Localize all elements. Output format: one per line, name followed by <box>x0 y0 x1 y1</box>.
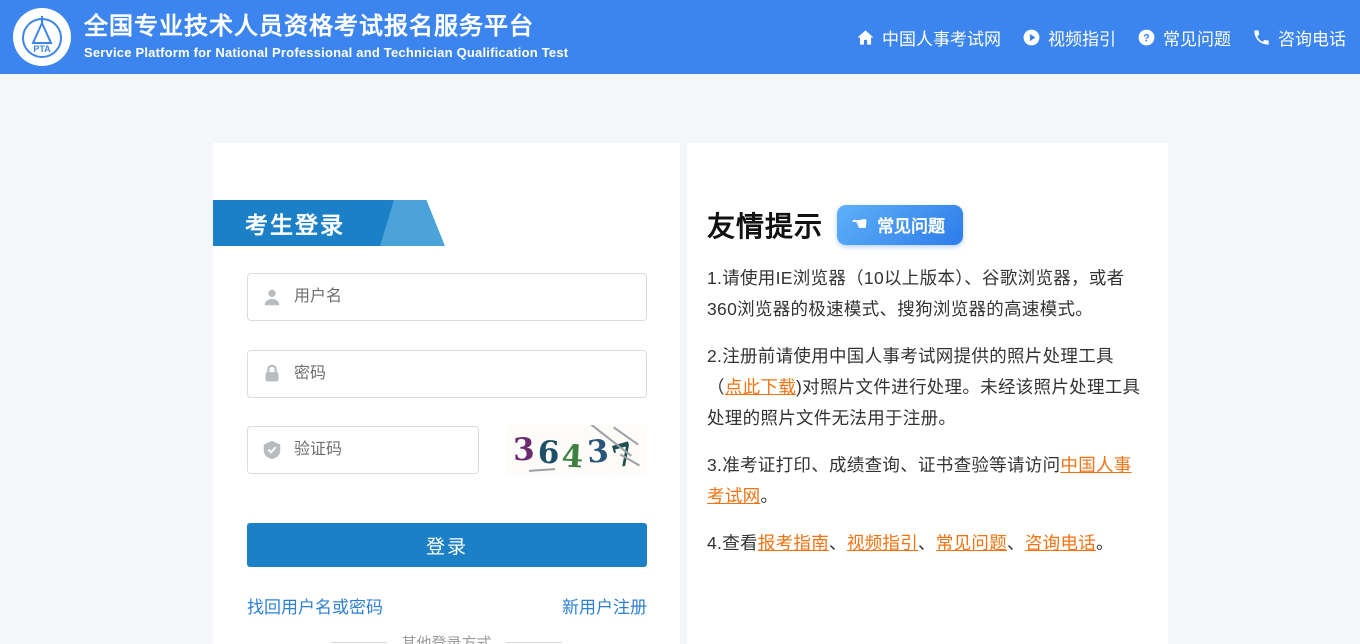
tip-link[interactable]: 常见问题 <box>936 533 1007 553</box>
app-header: PTA 全国专业技术人员资格考试报名服务平台 Service Platform … <box>0 0 1360 74</box>
user-icon <box>261 286 283 308</box>
password-input[interactable] <box>247 350 647 398</box>
login-panel-title: 考生登录 <box>245 200 345 246</box>
tip-text: 、 <box>829 533 847 553</box>
shield-check-icon <box>261 439 283 461</box>
tip-link[interactable]: 点此下载 <box>725 377 796 397</box>
other-login-label: 其他登录方式 <box>401 632 491 644</box>
tip-text: 。 <box>1096 533 1114 553</box>
divider-line <box>331 642 387 643</box>
pointing-hand-icon: ☚ <box>851 215 868 234</box>
nav-china-personnel-exam-site[interactable]: 中国人事考试网 <box>856 25 1001 50</box>
other-login-methods: 其他登录方式 <box>213 632 680 644</box>
svg-text:PTA: PTA <box>33 44 51 54</box>
header-nav: 中国人事考试网 视频指引 ? 常见问题 咨询电话 <box>856 0 1346 74</box>
site-subtitle: Service Platform for National Profession… <box>84 45 568 60</box>
play-circle-icon <box>1022 28 1041 47</box>
tip-link[interactable]: 视频指引 <box>847 533 918 553</box>
tips-panel: 友情提示 ☚ 常见问题 1.请使用IE浏览器（10以上版本）、谷歌浏览器，或者3… <box>687 143 1168 644</box>
tip-item: 3.准考证打印、成绩查询、证书查验等请访问中国人事考试网。 <box>707 450 1149 512</box>
tip-item: 2.注册前请使用中国人事考试网提供的照片处理工具 （点此下载)对照片文件进行处理… <box>707 341 1149 434</box>
pta-logo-emblem: PTA <box>18 13 66 61</box>
captcha-image[interactable]: 36437 <box>507 425 647 475</box>
tip-text: 3.准考证打印、成绩查询、证书查验等请访问 <box>707 455 1060 475</box>
question-circle-icon: ? <box>1137 28 1156 47</box>
home-icon <box>856 28 875 47</box>
tip-text: 。 <box>760 486 778 506</box>
tips-title: 友情提示 <box>707 205 823 245</box>
tip-item: 4.查看报考指南、视频指引、常见问题、咨询电话。 <box>707 528 1149 559</box>
username-input[interactable] <box>247 273 647 321</box>
username-field-wrap <box>247 273 647 321</box>
nav-phone[interactable]: 咨询电话 <box>1252 25 1346 50</box>
faq-badge-button[interactable]: ☚ 常见问题 <box>837 205 963 245</box>
pta-logo: PTA <box>13 8 71 66</box>
login-links-row: 找回用户名或密码 新用户注册 <box>247 593 647 618</box>
password-field-wrap <box>247 350 647 398</box>
nav-label: 咨询电话 <box>1278 25 1346 50</box>
site-title: 全国专业技术人员资格考试报名服务平台 <box>84 12 568 42</box>
faq-badge-label: 常见问题 <box>877 212 945 237</box>
login-panel-banner: 考生登录 <box>213 200 445 246</box>
tip-text: 、 <box>918 533 936 553</box>
site-titles: 全国专业技术人员资格考试报名服务平台 Service Platform for … <box>84 12 568 60</box>
login-panel: 考生登录 36437 登录 找回用户名或密码 新用户注册 <box>213 143 680 644</box>
register-link[interactable]: 新用户注册 <box>562 593 647 618</box>
tip-item: 1.请使用IE浏览器（10以上版本）、谷歌浏览器，或者360浏览器的极速模式、搜… <box>707 263 1149 325</box>
captcha-field-wrap <box>247 426 479 474</box>
captcha-digits: 36437 <box>513 429 633 471</box>
captcha-digit: 3 <box>512 429 535 472</box>
phone-icon <box>1252 28 1271 47</box>
nav-faq[interactable]: ? 常见问题 <box>1137 25 1231 50</box>
tip-text: 、 <box>1007 533 1025 553</box>
nav-video-guide[interactable]: 视频指引 <box>1022 25 1116 50</box>
tip-link[interactable]: 咨询电话 <box>1025 533 1096 553</box>
nav-label: 视频指引 <box>1048 25 1116 50</box>
tip-link[interactable]: 报考指南 <box>758 533 829 553</box>
tips-header: 友情提示 ☚ 常见问题 <box>707 205 963 245</box>
tip-text: 4.查看 <box>707 533 758 553</box>
svg-text:?: ? <box>1143 32 1150 44</box>
lock-icon <box>261 363 283 385</box>
tips-list: 1.请使用IE浏览器（10以上版本）、谷歌浏览器，或者360浏览器的极速模式、搜… <box>707 263 1149 575</box>
captcha-digit: 4 <box>561 435 585 475</box>
forgot-credentials-link[interactable]: 找回用户名或密码 <box>247 593 383 618</box>
nav-label: 中国人事考试网 <box>882 25 1001 50</box>
nav-label: 常见问题 <box>1163 25 1231 50</box>
login-button[interactable]: 登录 <box>247 523 647 567</box>
tip-text: 1.请使用IE浏览器（10以上版本）、谷歌浏览器，或者360浏览器的极速模式、搜… <box>707 268 1124 319</box>
divider-line <box>506 642 562 643</box>
